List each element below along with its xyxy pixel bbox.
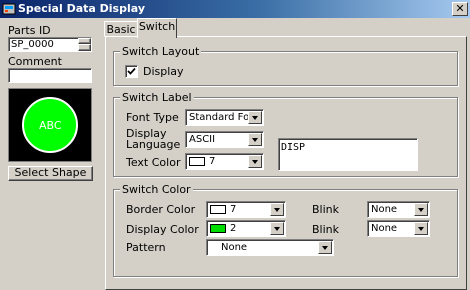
switch-layout-group: Switch Layout Display — [113, 45, 458, 86]
display-language-value: ASCII — [189, 134, 216, 145]
text-color-value: 7 — [209, 156, 216, 167]
select-shape-button[interactable]: Select Shape — [8, 166, 93, 181]
chevron-down-icon[interactable] — [248, 111, 262, 124]
border-color-swatch — [210, 205, 226, 214]
switch-label-group: Switch Label Font Type Standard Font Dis… — [113, 91, 458, 177]
blink-value-1: None — [371, 204, 398, 215]
font-type-select[interactable]: Standard Font — [185, 109, 264, 126]
display-label: Display — [143, 65, 184, 78]
pattern-label: Pattern — [126, 241, 166, 254]
label-text-field[interactable]: DISP — [278, 138, 418, 171]
tab-switch-label: Switch — [138, 20, 176, 33]
switch-color-group: Switch Color Border Color 7 Blink None D… — [113, 183, 458, 277]
tab-basic[interactable]: Basic — [104, 21, 138, 37]
comment-label: Comment — [8, 55, 62, 68]
chevron-down-icon[interactable] — [318, 241, 332, 254]
blink-select-1[interactable]: None — [367, 201, 430, 218]
preview-text: ABC — [39, 119, 62, 132]
chevron-down-icon[interactable] — [270, 222, 284, 235]
title-bar: Special Data Display ✕ — [0, 0, 470, 18]
display-language-select[interactable]: ASCII — [185, 131, 264, 148]
check-icon — [127, 67, 136, 75]
parts-id-value: SP_0000 — [11, 39, 54, 50]
close-icon: ✕ — [455, 2, 465, 15]
switch-color-title: Switch Color — [120, 183, 193, 196]
display-color-swatch — [210, 224, 226, 233]
switch-layout-title: Switch Layout — [120, 45, 202, 58]
pattern-value: None — [221, 242, 248, 253]
display-color-value: 2 — [230, 223, 237, 234]
text-color-swatch — [189, 157, 205, 166]
text-color-select[interactable]: 7 — [185, 153, 264, 170]
select-shape-label: Select Shape — [14, 166, 87, 179]
chevron-down-icon[interactable] — [414, 222, 428, 235]
pattern-select[interactable]: None — [206, 239, 334, 256]
window-title: Special Data Display — [18, 2, 145, 15]
spin-down-button[interactable] — [78, 44, 91, 51]
chevron-down-icon[interactable] — [248, 133, 262, 146]
border-color-select[interactable]: 7 — [206, 201, 286, 218]
blink-label-1: Blink — [312, 203, 340, 216]
chevron-down-icon[interactable] — [270, 203, 284, 216]
tab-basic-label: Basic — [106, 23, 136, 36]
display-language-label-line2: Language — [126, 138, 181, 151]
border-color-value: 7 — [230, 204, 237, 215]
blink-value-2: None — [371, 223, 398, 234]
border-color-label: Border Color — [126, 203, 196, 216]
display-checkbox[interactable] — [125, 65, 138, 78]
close-button[interactable]: ✕ — [452, 2, 468, 16]
chevron-down-icon[interactable] — [414, 203, 428, 216]
blink-select-2[interactable]: None — [367, 220, 430, 237]
text-color-label: Text Color — [126, 156, 181, 169]
blink-label-2: Blink — [312, 223, 340, 236]
label-text-value: DISP — [281, 142, 306, 153]
app-icon — [2, 3, 16, 15]
comment-field[interactable] — [8, 68, 92, 83]
switch-label-title: Switch Label — [120, 91, 194, 104]
parts-id-label: Parts ID — [8, 24, 51, 37]
chevron-down-icon[interactable] — [248, 155, 262, 168]
display-color-select[interactable]: 2 — [206, 220, 286, 237]
display-color-label: Display Color — [126, 223, 199, 236]
font-type-label: Font Type — [126, 111, 179, 124]
parts-id-field[interactable]: SP_0000 — [8, 37, 92, 52]
shape-preview: ABC — [8, 88, 92, 162]
tab-switch[interactable]: Switch — [137, 18, 177, 38]
